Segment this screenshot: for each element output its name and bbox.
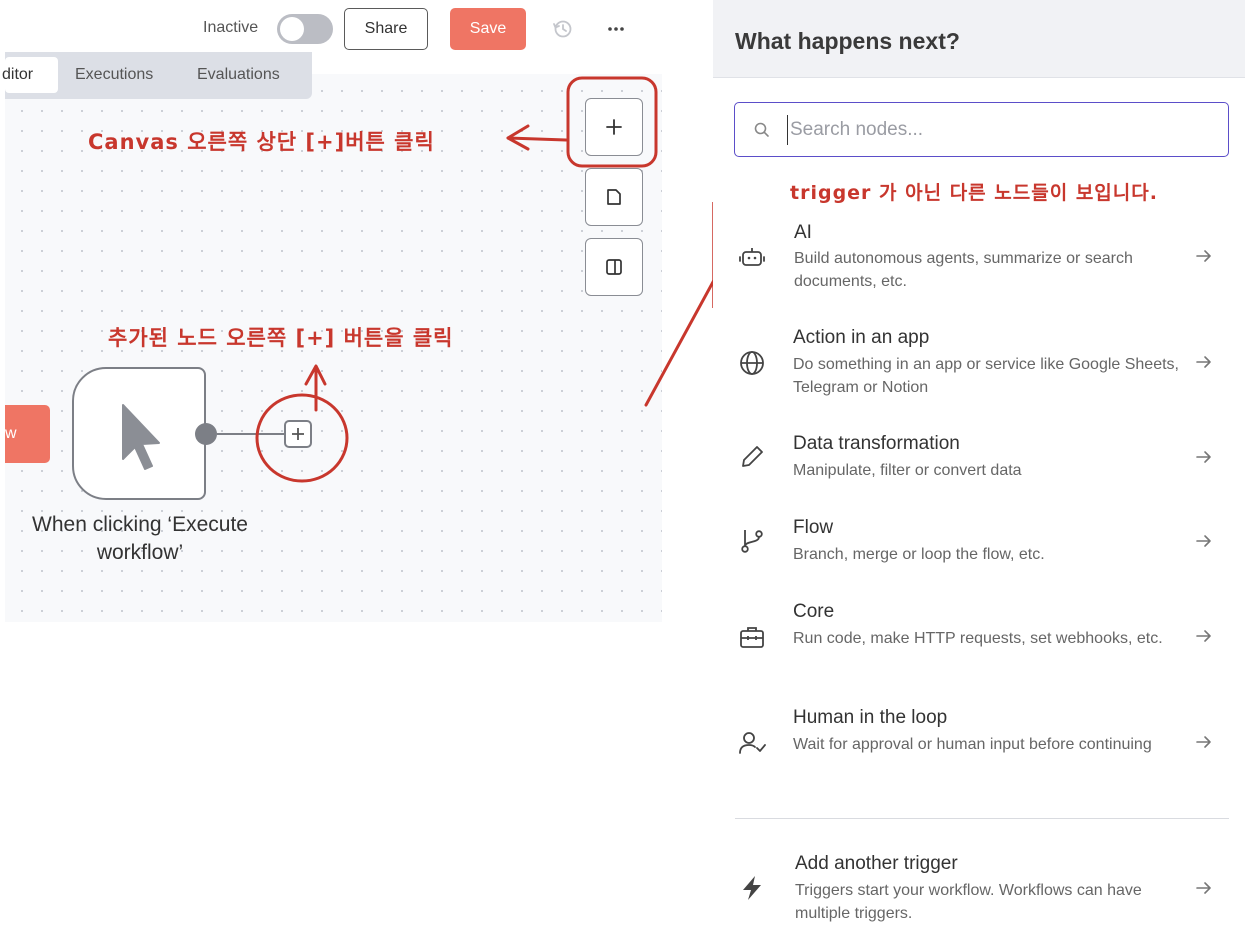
panel-header: What happens next? bbox=[713, 0, 1245, 78]
arrow-right-icon bbox=[1196, 250, 1211, 262]
search-input[interactable] bbox=[787, 115, 1207, 145]
item-title: Add another trigger bbox=[795, 853, 958, 874]
annotation-node-plus: 추가된 노드 오른쪽 [+] 버튼을 클릭 bbox=[108, 326, 454, 350]
item-title: Action in an app bbox=[793, 327, 930, 348]
item-description: Wait for approval or human input before … bbox=[793, 736, 1152, 753]
arrow-right-icon bbox=[1196, 882, 1211, 894]
list-item-flow[interactable]: Flow Branch, merge or loop the flow, etc… bbox=[713, 512, 1245, 582]
bolt-icon bbox=[743, 876, 761, 900]
item-description: Branch, merge or loop the flow, etc. bbox=[793, 546, 1045, 563]
arrow-right-icon bbox=[1196, 356, 1211, 368]
item-description: Manipulate, filter or convert data bbox=[793, 462, 1022, 479]
list-item-data-transformation[interactable]: Data transformation Manipulate, filter o… bbox=[713, 428, 1245, 498]
item-title: Flow bbox=[793, 517, 834, 538]
pencil-icon bbox=[742, 446, 763, 467]
search-box[interactable] bbox=[734, 102, 1229, 157]
arrow-right-icon bbox=[1196, 630, 1211, 642]
list-item-action-in-app[interactable]: Action in an app Do something in an app … bbox=[713, 322, 1245, 412]
arrow-right-icon bbox=[1196, 736, 1211, 748]
annotation-panel-note: trigger 가 아닌 다른 노드들이 보입니다. bbox=[790, 182, 1158, 204]
list-item-ai[interactable]: AI Build autonomous agents, summarize or… bbox=[713, 214, 1245, 304]
toolbox-icon bbox=[740, 627, 764, 648]
globe-icon bbox=[740, 351, 764, 375]
item-description: Build autonomous agents, summarize or se… bbox=[794, 250, 1133, 290]
panel-title: What happens next? bbox=[735, 28, 960, 54]
search-icon bbox=[754, 122, 769, 137]
annotation-canvas-plus: Canvas 오른쪽 상단 [+]버튼 클릭 bbox=[88, 130, 435, 154]
item-title: AI bbox=[794, 222, 812, 243]
list-item-human-in-loop[interactable]: Human in the loop Wait for approval or h… bbox=[713, 702, 1245, 792]
section-divider bbox=[735, 818, 1229, 819]
arrow-right-icon bbox=[1196, 535, 1211, 547]
item-title: Data transformation bbox=[793, 433, 960, 454]
list-item-add-trigger[interactable]: Add another trigger Triggers start your … bbox=[713, 848, 1245, 938]
robot-icon bbox=[739, 248, 765, 266]
item-title: Human in the loop bbox=[793, 707, 948, 728]
item-description: Run code, make HTTP requests, set webhoo… bbox=[793, 630, 1163, 647]
node-creator-panel: What happens next? trigger 가 아닌 다른 노드들이 … bbox=[713, 0, 1245, 952]
list-item-core[interactable]: Core Run code, make HTTP requests, set w… bbox=[713, 596, 1245, 686]
item-title: Core bbox=[793, 601, 835, 622]
user-check-icon bbox=[739, 732, 766, 754]
branch-icon bbox=[741, 530, 763, 553]
item-description: Do something in an app or service like G… bbox=[793, 356, 1179, 396]
item-description: Triggers start your workflow. Workflows … bbox=[795, 882, 1142, 922]
arrow-right-icon bbox=[1196, 451, 1211, 463]
